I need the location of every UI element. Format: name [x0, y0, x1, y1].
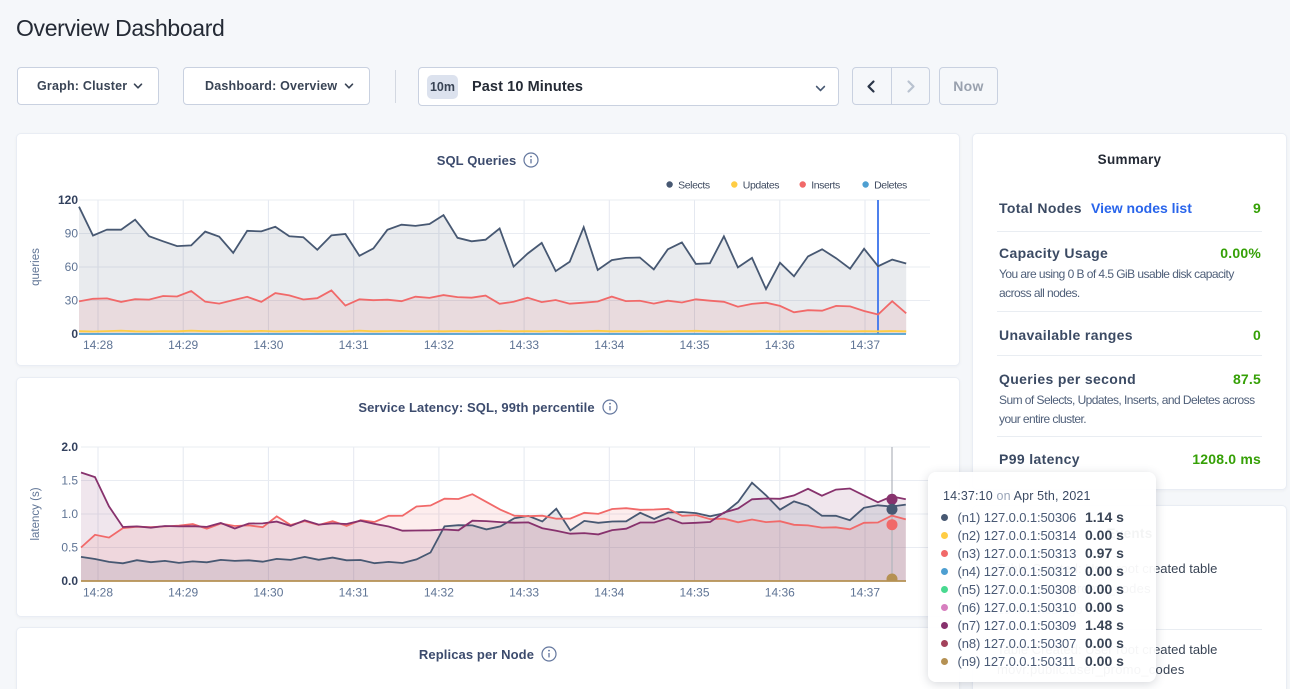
svg-text:1.0: 1.0 [61, 507, 78, 521]
svg-text:14:34: 14:34 [594, 338, 624, 352]
svg-text:14:32: 14:32 [424, 338, 454, 352]
svg-text:2.0: 2.0 [61, 440, 78, 454]
svg-text:14:36: 14:36 [765, 586, 795, 600]
svg-text:14:31: 14:31 [339, 586, 369, 600]
svg-text:14:29: 14:29 [168, 338, 198, 352]
svg-text:14:32: 14:32 [424, 586, 454, 600]
svg-text:14:37: 14:37 [850, 338, 880, 352]
svg-text:30: 30 [65, 294, 79, 308]
svg-text:14:35: 14:35 [679, 586, 709, 600]
svg-text:14:33: 14:33 [509, 586, 539, 600]
svg-text:latency (s): latency (s) [30, 487, 42, 540]
svg-text:queries: queries [30, 248, 42, 286]
svg-text:14:29: 14:29 [168, 586, 198, 600]
svg-text:90: 90 [65, 227, 79, 241]
svg-text:Selects: Selects [678, 180, 710, 192]
svg-text:14:28: 14:28 [83, 586, 113, 600]
svg-text:Deletes: Deletes [874, 180, 907, 192]
svg-text:14:37: 14:37 [850, 586, 880, 600]
svg-text:14:28: 14:28 [83, 338, 113, 352]
svg-text:60: 60 [65, 260, 79, 274]
svg-text:0.0: 0.0 [61, 574, 78, 588]
svg-text:14:36: 14:36 [765, 338, 795, 352]
svg-text:120: 120 [58, 193, 78, 207]
svg-text:1.5: 1.5 [61, 474, 78, 488]
svg-text:14:30: 14:30 [253, 586, 283, 600]
svg-text:0.5: 0.5 [61, 541, 78, 555]
svg-text:14:30: 14:30 [253, 338, 283, 352]
svg-text:Inserts: Inserts [811, 180, 840, 192]
svg-text:0: 0 [71, 327, 78, 341]
svg-text:14:34: 14:34 [594, 586, 624, 600]
svg-text:14:31: 14:31 [339, 338, 369, 352]
svg-text:14:35: 14:35 [679, 338, 709, 352]
svg-text:Updates: Updates [743, 180, 779, 192]
svg-text:14:33: 14:33 [509, 338, 539, 352]
